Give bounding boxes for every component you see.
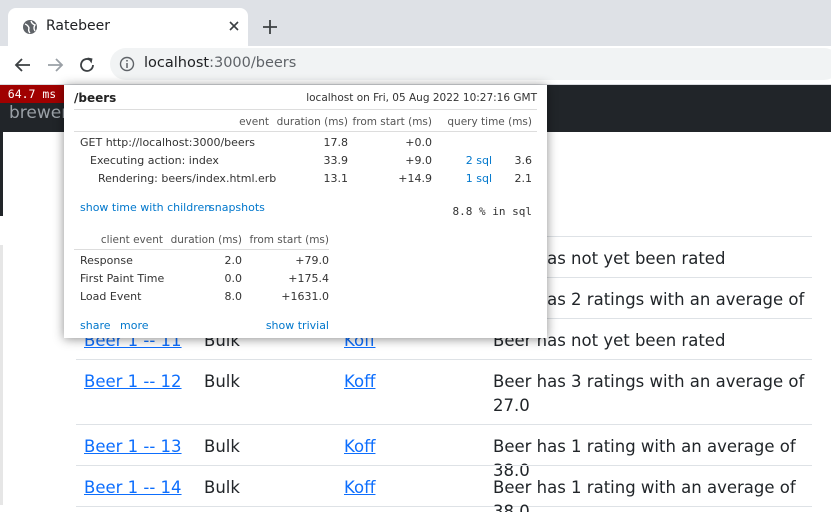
divider: [74, 109, 537, 110]
navbar-brand-link[interactable]: brewer: [9, 103, 68, 123]
beer-name-link[interactable]: Beer 1 -- 13: [84, 435, 182, 459]
site-info-icon[interactable]: [119, 56, 135, 72]
sql-count-link[interactable]: 2 sql: [466, 154, 492, 167]
beer-name-link[interactable]: Beer 1 -- 14: [84, 476, 182, 500]
col-querytime-header: query time (ms): [447, 116, 532, 128]
forward-arrow-icon[interactable]: [44, 54, 66, 76]
table-row: Beer 1 -- 12 Bulk Koff Beer has 3 rating…: [76, 359, 812, 424]
profiler-badge[interactable]: 64.7 ms: [0, 85, 65, 103]
url-text: localhost:3000/beers: [144, 55, 296, 71]
sql-percentage: 8.8 % in sql: [452, 205, 532, 218]
client-event-fromstart: +1631.0: [281, 290, 329, 303]
client-event-header: client event: [100, 234, 163, 246]
beer-style: Bulk: [204, 478, 240, 497]
beer-name-link[interactable]: Beer 1 -- 12: [84, 370, 182, 394]
new-tab-icon[interactable]: [259, 16, 281, 38]
client-event-fromstart: +79.0: [295, 254, 329, 267]
globe-icon: [23, 20, 37, 34]
event-fromstart: +9.0: [405, 154, 432, 167]
show-time-with-children-link[interactable]: show time with children: [80, 201, 211, 214]
brewery-link[interactable]: Koff: [344, 435, 375, 459]
navbar-overflow: [0, 132, 3, 216]
sql-count-link[interactable]: 1 sql: [466, 172, 492, 185]
col-duration-header: duration (ms): [276, 116, 348, 128]
more-link[interactable]: more: [120, 319, 149, 332]
brewery-link[interactable]: Koff: [344, 370, 375, 394]
client-event-duration: 8.0: [224, 290, 243, 303]
close-tab-icon[interactable]: [226, 18, 242, 34]
client-event-name: First Paint Time: [80, 272, 165, 285]
browser-tab[interactable]: Ratebeer: [8, 8, 248, 46]
client-event-duration: 0.0: [224, 272, 243, 285]
url-path: :3000/beers: [209, 55, 297, 71]
table-row: Beer 1 -- 14 Bulk Koff Beer has 1 rating…: [76, 465, 812, 512]
event-name: Rendering: beers/index.html.erb: [98, 172, 277, 185]
profiler-meta: localhost on Fri, 05 Aug 2022 10:27:16 G…: [306, 92, 537, 104]
event-fromstart: +0.0: [405, 136, 432, 149]
back-arrow-icon[interactable]: [12, 54, 34, 76]
client-event-duration: 2.0: [224, 254, 243, 267]
event-duration: 13.1: [323, 172, 349, 185]
beer-rating-text: Beer has 3 ratings with an average of 27…: [493, 372, 805, 415]
query-time: 3.6: [514, 154, 533, 167]
client-fromstart-header: from start (ms): [249, 234, 329, 246]
scroll-edge: [0, 245, 3, 505]
table-row: Beer 1 -- 13 Bulk Koff Beer has 1 rating…: [76, 424, 812, 480]
reload-icon[interactable]: [76, 54, 98, 76]
url-host: localhost: [144, 55, 210, 71]
event-duration: 17.8: [323, 136, 349, 149]
address-bar[interactable]: localhost:3000/beers: [110, 48, 831, 80]
profiler-path: /beers: [74, 91, 117, 105]
beer-rating-text: Beer has 1 rating with an average of 38.…: [493, 478, 796, 512]
client-event-name: Load Event: [80, 290, 142, 303]
col-event-header: event: [239, 116, 269, 128]
snapshots-link[interactable]: snapshots: [209, 201, 265, 214]
event-fromstart: +14.9: [398, 172, 432, 185]
event-name: GET http://localhost:3000/beers: [80, 136, 255, 149]
client-event-name: Response: [80, 254, 133, 267]
client-event-fromstart: +175.4: [288, 272, 329, 285]
brewery-link[interactable]: Koff: [344, 476, 375, 500]
browser-toolbar: localhost:3000/beers: [0, 46, 831, 85]
profiler-popup: /beers localhost on Fri, 05 Aug 2022 10:…: [64, 85, 547, 338]
event-duration: 33.9: [323, 154, 349, 167]
show-trivial-link[interactable]: show trivial: [266, 319, 329, 332]
tab-strip: Ratebeer: [0, 0, 831, 46]
tab-title: Ratebeer: [46, 18, 110, 34]
share-link[interactable]: share: [80, 319, 111, 332]
divider: [74, 131, 537, 132]
beer-style: Bulk: [204, 437, 240, 456]
beer-style: Bulk: [204, 372, 240, 391]
client-duration-header: duration (ms): [170, 234, 242, 246]
divider: [74, 249, 329, 250]
event-name: Executing action: index: [90, 154, 219, 167]
col-fromstart-header: from start (ms): [352, 116, 432, 128]
query-time: 2.1: [514, 172, 533, 185]
